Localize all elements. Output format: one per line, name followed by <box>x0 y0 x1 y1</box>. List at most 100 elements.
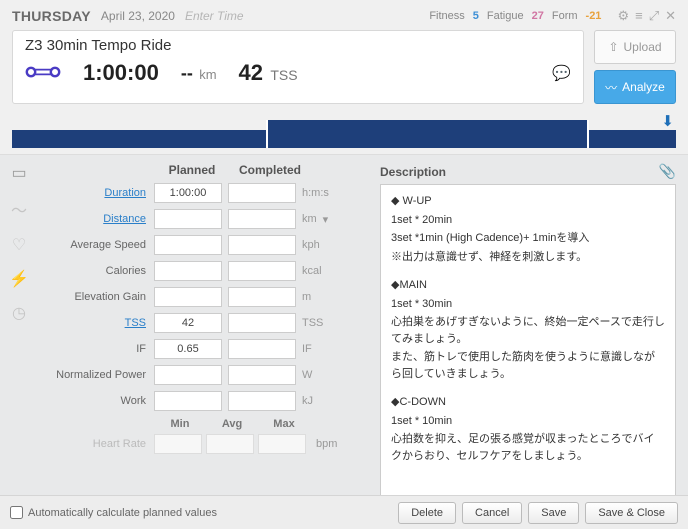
calories-completed-input[interactable] <box>228 261 296 281</box>
hr-label: Heart Rate <box>38 438 154 450</box>
col-max: Max <box>258 418 310 430</box>
day-name: THURSDAY <box>12 8 91 24</box>
distance-completed-input[interactable] <box>228 209 296 229</box>
if-label: IF <box>38 343 154 355</box>
duration-completed-input[interactable] <box>228 183 296 203</box>
desc-line: ◆MAIN <box>391 277 665 294</box>
workout-tss-value: 42 <box>239 60 263 85</box>
desc-line: ※出力は意識せず、神経を刺激します。 <box>391 249 665 266</box>
note-tab-icon[interactable]: ▭ <box>11 163 26 183</box>
upload-label: Upload <box>624 40 662 54</box>
hr-max-input[interactable] <box>258 434 306 454</box>
fatigue-label: Fatigue <box>487 10 524 22</box>
tss-unit: TSS <box>302 317 323 329</box>
if-completed-input[interactable] <box>228 339 296 359</box>
workout-duration: 1:00:00 <box>83 60 159 86</box>
workout-distance-unit: km <box>199 67 216 82</box>
avgspeed-planned-input[interactable] <box>154 235 222 255</box>
tss-planned-input[interactable] <box>154 313 222 333</box>
work-planned-input[interactable] <box>154 391 222 411</box>
tss-completed-input[interactable] <box>228 313 296 333</box>
clock-tab-icon[interactable]: ◷ <box>12 303 26 323</box>
gear-icon[interactable]: ⚙ <box>617 8 629 24</box>
avgspeed-unit: kph <box>302 239 320 251</box>
description-textarea[interactable]: ◆ W-UP 1set * 20min 3set *1min (High Cad… <box>380 184 676 506</box>
auto-calc-label: Automatically calculate planned values <box>28 507 217 519</box>
heart-tab-icon[interactable]: ♡ <box>12 235 26 255</box>
work-unit: kJ <box>302 395 313 407</box>
save-close-button[interactable]: Save & Close <box>585 502 678 524</box>
desc-line: 心拍数を抑え、足の張る感覚が収まったところでバイクからおり、セルフケアをしましょ… <box>391 431 665 464</box>
desc-line: 1set * 30min <box>391 296 665 313</box>
avgspeed-completed-input[interactable] <box>228 235 296 255</box>
power-tab-icon[interactable]: ⚡ <box>9 269 29 289</box>
desc-line: ◆C-DOWN <box>391 394 665 411</box>
auto-calc-checkbox[interactable] <box>10 506 23 519</box>
workout-tss-label: TSS <box>270 67 297 83</box>
elev-unit: m <box>302 291 311 303</box>
delete-button[interactable]: Delete <box>398 502 456 524</box>
analyze-label: Analyze <box>622 80 665 94</box>
desc-line: 1set * 20min <box>391 212 665 229</box>
bike-chain-icon <box>25 62 61 85</box>
elev-completed-input[interactable] <box>228 287 296 307</box>
form-value: -21 <box>586 10 602 22</box>
desc-line: また、筋トレで使用した筋肉を使うように意識しながら回していきましょう。 <box>391 349 665 382</box>
distance-label[interactable]: Distance <box>38 213 154 225</box>
duration-planned-input[interactable] <box>154 183 222 203</box>
if-unit: IF <box>302 343 312 355</box>
form-label: Form <box>552 10 578 22</box>
upload-icon: ⇧ <box>608 40 618 54</box>
date-text: April 23, 2020 <box>101 9 175 23</box>
pulse-icon: 〰 <box>605 79 617 96</box>
elev-planned-input[interactable] <box>154 287 222 307</box>
col-avg: Avg <box>206 418 258 430</box>
menu-icon[interactable]: ≡ <box>635 8 643 24</box>
desc-line: 心拍巣をあげすぎないように、終始一定ペースで走行してみましょう。 <box>391 314 665 347</box>
duration-label[interactable]: Duration <box>38 187 154 199</box>
upload-button[interactable]: ⇧ Upload <box>594 30 676 64</box>
expand-icon[interactable]: ⤢ <box>649 8 659 24</box>
col-completed: Completed <box>234 163 306 177</box>
hr-unit: bpm <box>316 438 337 450</box>
work-completed-input[interactable] <box>228 391 296 411</box>
np-unit: W <box>302 369 312 381</box>
desc-line: ◆ W-UP <box>391 193 665 210</box>
desc-line: 1set * 10min <box>391 413 665 430</box>
fatigue-value: 27 <box>532 10 544 22</box>
col-min: Min <box>154 418 206 430</box>
calories-unit: kcal <box>302 265 322 277</box>
attachment-icon[interactable]: 📎 <box>659 163 676 180</box>
np-label: Normalized Power <box>38 369 154 381</box>
hr-min-input[interactable] <box>154 434 202 454</box>
cancel-button[interactable]: Cancel <box>462 502 522 524</box>
calories-label: Calories <box>38 265 154 277</box>
duration-unit: h:m:s <box>302 187 329 199</box>
avgspeed-label: Average Speed <box>38 239 154 251</box>
distance-unit[interactable]: km <box>302 213 317 225</box>
unit-dropdown-icon[interactable]: ▾ <box>323 213 329 226</box>
tss-label[interactable]: TSS <box>38 317 154 329</box>
fitness-label: Fitness <box>429 10 464 22</box>
save-button[interactable]: Save <box>528 502 579 524</box>
workout-card: Z3 30min Tempo Ride 1:00:00 -- km 42 TSS… <box>12 30 584 104</box>
elev-label: Elevation Gain <box>38 291 154 303</box>
distance-planned-input[interactable] <box>154 209 222 229</box>
description-title: Description <box>380 165 446 179</box>
chart-tab-icon[interactable]: 〜 <box>11 197 27 221</box>
hr-avg-input[interactable] <box>206 434 254 454</box>
np-planned-input[interactable] <box>154 365 222 385</box>
close-icon[interactable]: ✕ <box>665 8 676 24</box>
enter-time-link[interactable]: Enter Time <box>185 9 244 23</box>
workout-distance-value: -- <box>181 63 193 83</box>
analyze-button[interactable]: 〰 Analyze <box>594 70 676 104</box>
workout-chart <box>12 120 676 148</box>
comment-icon[interactable]: 💬 <box>552 64 571 82</box>
calories-planned-input[interactable] <box>154 261 222 281</box>
workout-title: Z3 30min Tempo Ride <box>25 37 571 54</box>
fitness-value: 5 <box>473 10 479 22</box>
col-planned: Planned <box>156 163 228 177</box>
np-completed-input[interactable] <box>228 365 296 385</box>
if-planned-input[interactable] <box>154 339 222 359</box>
desc-line: 3set *1min (High Cadence)+ 1minを導入 <box>391 230 665 247</box>
